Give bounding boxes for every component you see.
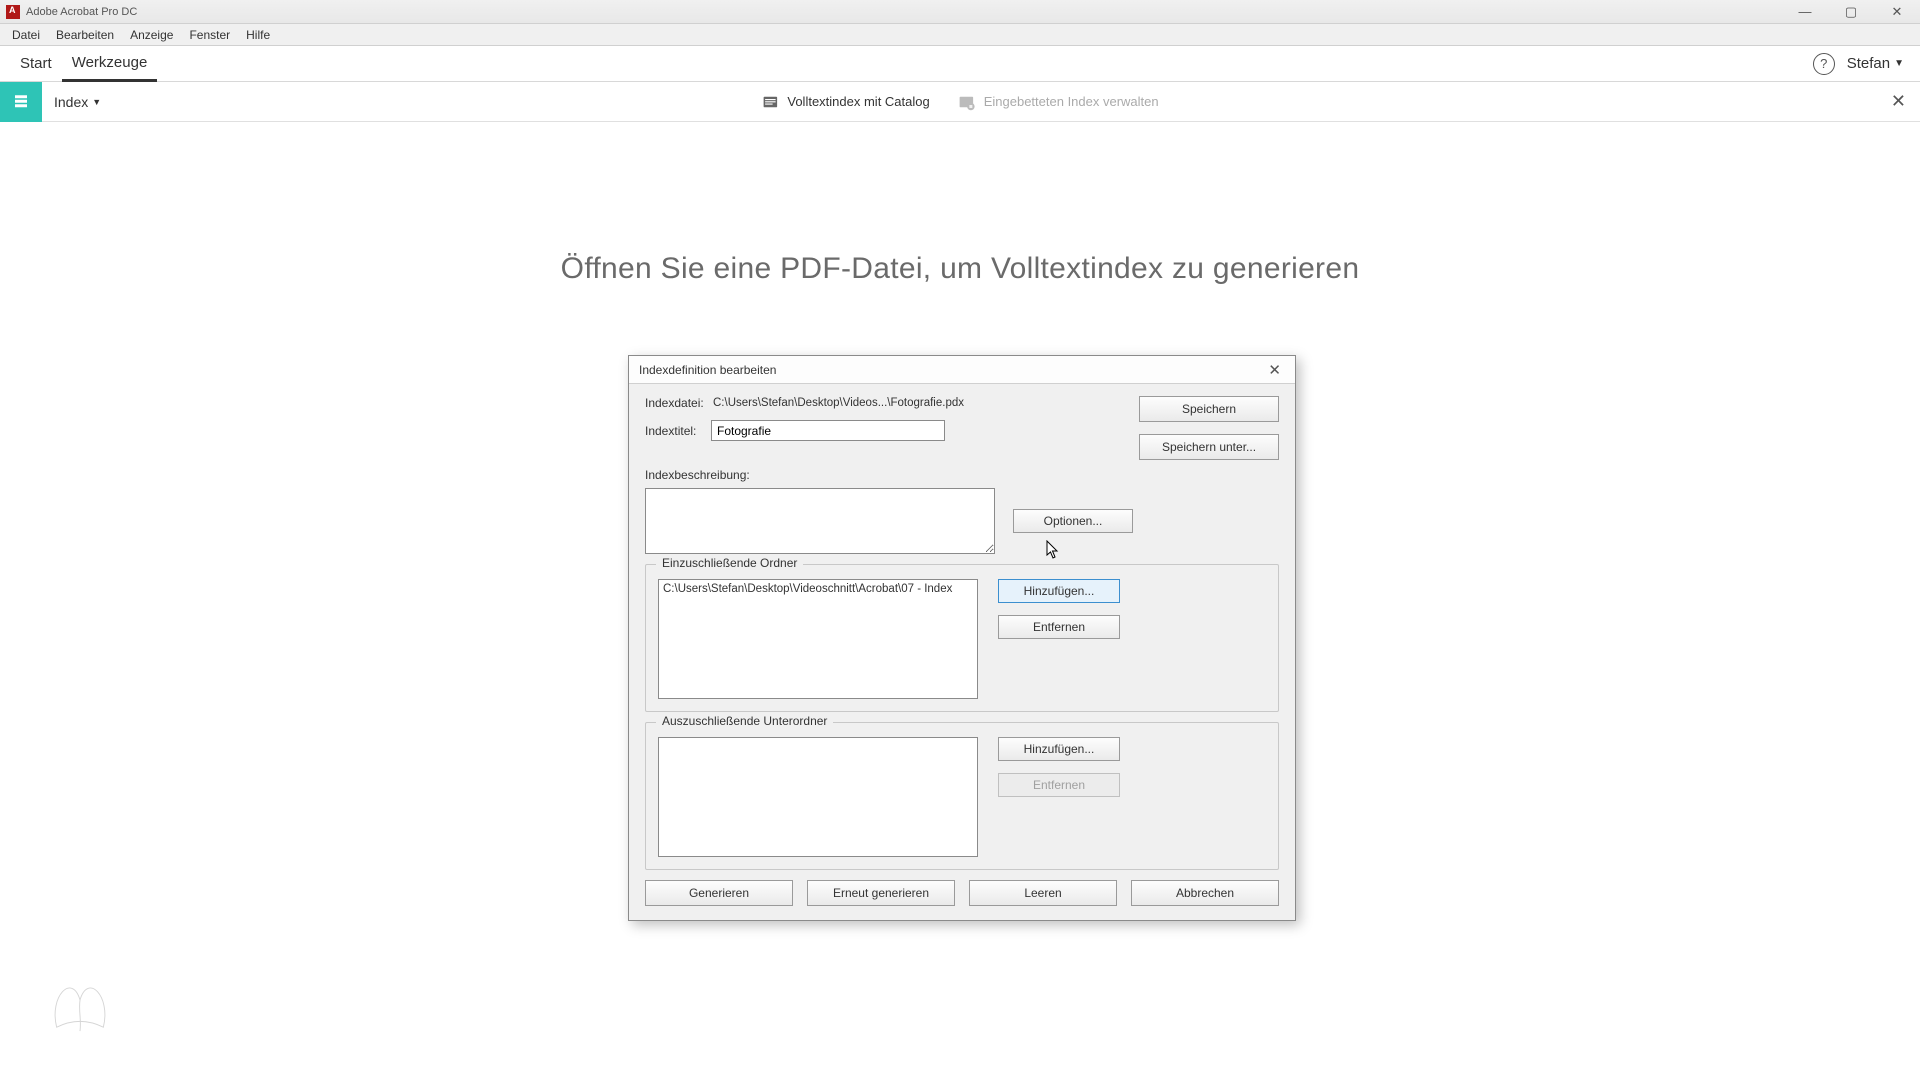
catalog-icon — [761, 93, 779, 111]
include-add-button[interactable]: Hinzufügen... — [998, 579, 1120, 603]
indextitle-label: Indextitel: — [645, 424, 711, 438]
maximize-button[interactable]: ▢ — [1828, 0, 1874, 23]
tab-start[interactable]: Start — [10, 46, 62, 82]
dialog-title: Indexdefinition bearbeiten — [639, 363, 776, 377]
manage-index-icon — [958, 93, 976, 111]
window-titlebar: Adobe Acrobat Pro DC — ▢ ✕ — [0, 0, 1920, 24]
index-definition-dialog: Indexdefinition bearbeiten ✕ Indexdatei:… — [628, 355, 1296, 921]
exclude-add-button[interactable]: Hinzufügen... — [998, 737, 1120, 761]
options-button[interactable]: Optionen... — [1013, 509, 1133, 533]
description-label: Indexbeschreibung: — [645, 468, 1279, 482]
dialog-close-button[interactable]: ✕ — [1264, 361, 1285, 379]
main-tabs: Start Werkzeuge ? Stefan ▼ — [0, 46, 1920, 82]
help-icon[interactable]: ? — [1813, 53, 1835, 75]
indextitle-input[interactable] — [711, 420, 945, 441]
indexfile-path: C:\Users\Stefan\Desktop\Videos...\Fotogr… — [713, 397, 983, 409]
manage-embedded-action: Eingebetteten Index verwalten — [958, 93, 1159, 111]
exclude-remove-button: Entfernen — [998, 773, 1120, 797]
app-title: Adobe Acrobat Pro DC — [26, 6, 137, 18]
minimize-button[interactable]: — — [1782, 0, 1828, 23]
close-window-button[interactable]: ✕ — [1874, 0, 1920, 23]
include-fieldset: Einzuschließende Ordner C:\Users\Stefan\… — [645, 564, 1279, 712]
menu-help[interactable]: Hilfe — [238, 26, 278, 44]
app-icon — [6, 5, 20, 19]
chevron-down-icon: ▼ — [92, 97, 101, 107]
menu-window[interactable]: Fenster — [181, 26, 238, 44]
menu-file[interactable]: Datei — [4, 26, 48, 44]
exclude-listbox[interactable] — [658, 737, 978, 857]
include-listbox[interactable]: C:\Users\Stefan\Desktop\Videoschnitt\Acr… — [658, 579, 978, 699]
cancel-button[interactable]: Abbrechen — [1131, 880, 1279, 906]
clear-button[interactable]: Leeren — [969, 880, 1117, 906]
tool-subbar: Index ▼ Volltextindex mit Catalog Eingeb… — [0, 82, 1920, 122]
dialog-titlebar: Indexdefinition bearbeiten ✕ — [629, 356, 1295, 384]
save-as-button[interactable]: Speichern unter... — [1139, 434, 1279, 460]
close-tool-button[interactable]: ✕ — [1891, 91, 1906, 112]
exclude-fieldset: Auszuschließende Unterordner Hinzufügen.… — [645, 722, 1279, 870]
menu-view[interactable]: Anzeige — [122, 26, 181, 44]
save-button[interactable]: Speichern — [1139, 396, 1279, 422]
list-item[interactable]: C:\Users\Stefan\Desktop\Videoschnitt\Acr… — [663, 583, 973, 595]
menu-edit[interactable]: Bearbeiten — [48, 26, 122, 44]
menu-bar: Datei Bearbeiten Anzeige Fenster Hilfe — [0, 24, 1920, 46]
user-menu[interactable]: Stefan ▼ — [1847, 55, 1910, 72]
user-name: Stefan — [1847, 55, 1890, 72]
index-tool-icon — [0, 82, 42, 122]
exclude-legend: Auszuschließende Unterordner — [656, 714, 833, 728]
description-textarea[interactable] — [645, 488, 995, 554]
include-remove-button[interactable]: Entfernen — [998, 615, 1120, 639]
regenerate-button[interactable]: Erneut generieren — [807, 880, 955, 906]
tool-dropdown[interactable]: Index ▼ — [54, 94, 101, 110]
fulltext-catalog-action[interactable]: Volltextindex mit Catalog — [761, 93, 929, 111]
content-area: Öffnen Sie eine PDF-Datei, um Volltextin… — [0, 122, 1920, 1080]
generate-button[interactable]: Generieren — [645, 880, 793, 906]
chevron-down-icon: ▼ — [1894, 58, 1904, 69]
tab-tools[interactable]: Werkzeuge — [62, 46, 158, 82]
include-legend: Einzuschließende Ordner — [656, 556, 803, 570]
indexfile-label: Indexdatei: — [645, 396, 713, 410]
